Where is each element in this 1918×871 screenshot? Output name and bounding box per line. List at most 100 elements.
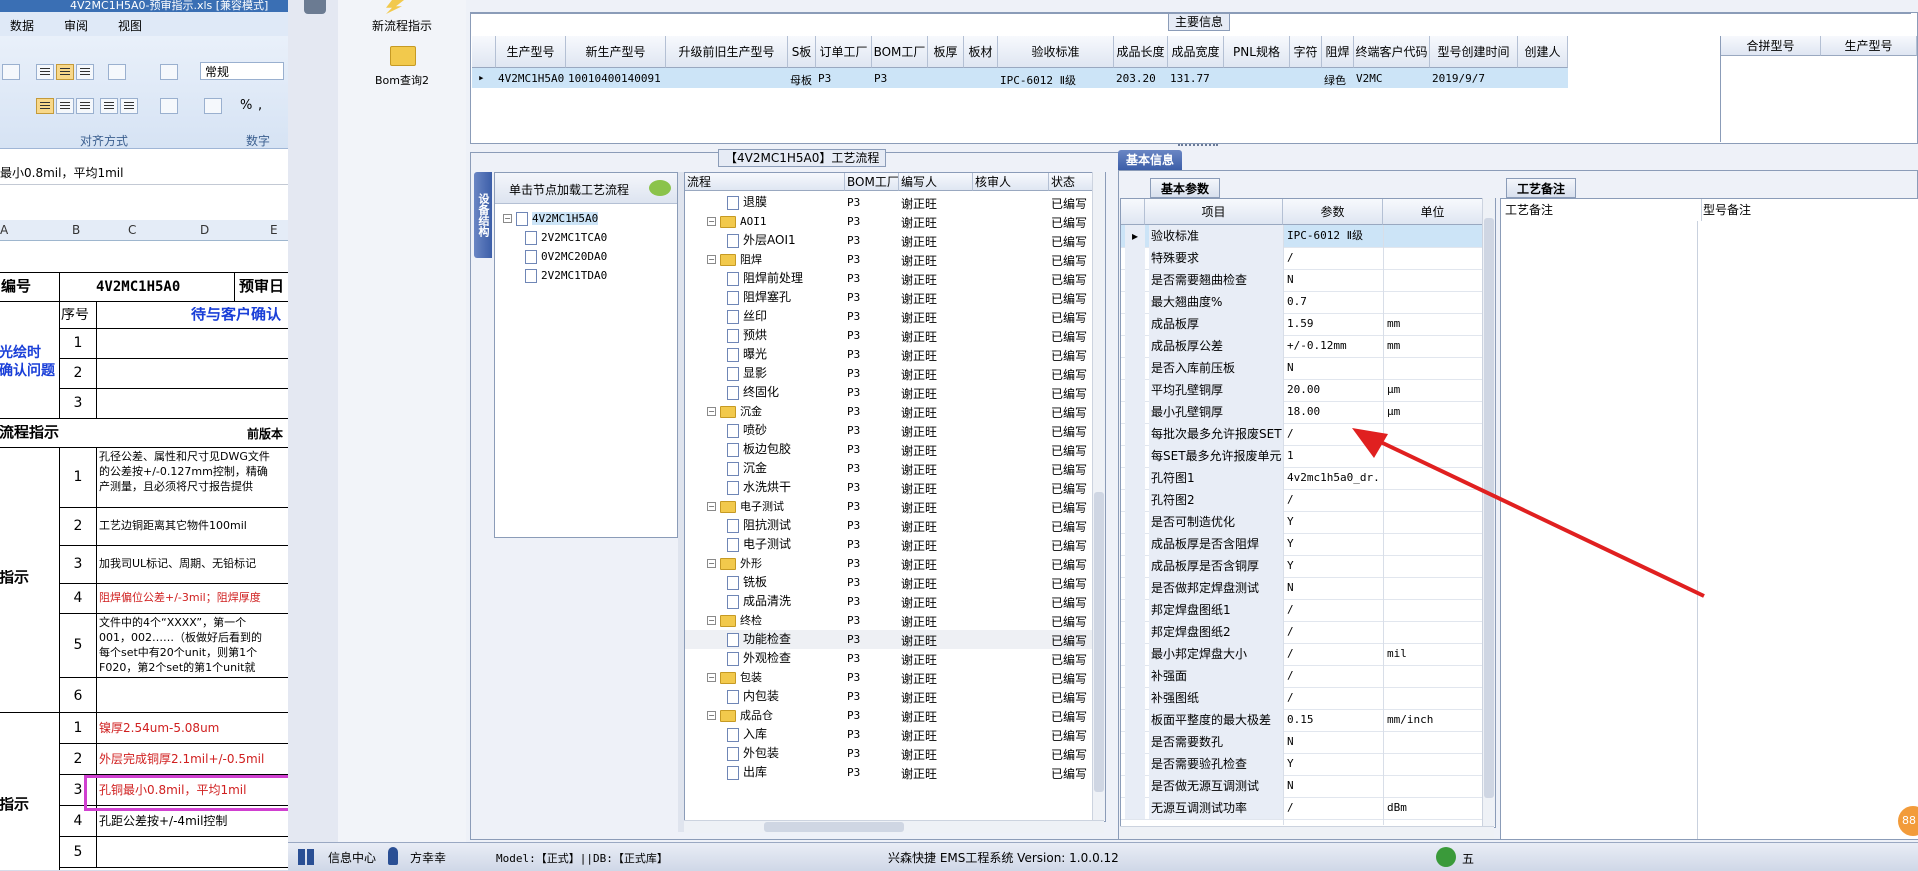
cell-seq[interactable]: 1 bbox=[59, 328, 97, 359]
col-a[interactable]: A bbox=[0, 223, 8, 237]
process-row[interactable]: 沉金 P3 谢正旺 已编写 bbox=[685, 459, 1105, 478]
cell-flow-text[interactable]: 工艺边铜距离其它物件100mil bbox=[96, 507, 288, 546]
param-row[interactable]: 是否需要验孔检查 Y bbox=[1121, 753, 1484, 776]
param-row[interactable]: 特殊要求 / bbox=[1121, 247, 1484, 270]
cell-flow-text[interactable]: 文件中的4个“XXXX”，第一个 001，002……（板做好后看到的 每个set中有… bbox=[96, 613, 288, 678]
basic-params-tab[interactable]: 基本参数 bbox=[1150, 178, 1221, 198]
process-scrollbar[interactable] bbox=[1092, 172, 1105, 820]
grid-icon[interactable] bbox=[298, 849, 314, 865]
cell-flow-text[interactable]: 加我司UL标记、周期、无铅标记 bbox=[96, 545, 288, 584]
param-row[interactable]: 无源互调测试功率 / dBm bbox=[1121, 797, 1484, 820]
process-row[interactable]: 喷砂 P3 谢正旺 已编写 bbox=[685, 421, 1105, 440]
process-row[interactable]: − 阻焊 P3 谢正旺 已编写 bbox=[685, 250, 1105, 269]
font-size-icon[interactable] bbox=[2, 64, 20, 80]
param-value[interactable]: N bbox=[1287, 269, 1381, 291]
collapse-icon[interactable]: − bbox=[707, 711, 716, 720]
main-header-13[interactable]: 阻焊 bbox=[1322, 36, 1354, 68]
collapse-icon[interactable]: − bbox=[707, 502, 716, 511]
indent-increase-icon[interactable] bbox=[120, 98, 138, 114]
param-row[interactable]: 是否需要翘曲检查 N bbox=[1121, 269, 1484, 292]
main-header-7[interactable]: 板材 bbox=[964, 36, 998, 68]
tree-root[interactable]: −4V2MC1H5A0 bbox=[503, 209, 599, 228]
param-value[interactable]: N bbox=[1287, 357, 1381, 379]
params-corner[interactable] bbox=[1121, 199, 1145, 225]
param-row[interactable]: 是否入库前压板 N bbox=[1121, 357, 1484, 380]
collapse-icon[interactable]: − bbox=[707, 673, 716, 682]
process-row[interactable]: 阻焊前处理 P3 谢正旺 已编写 bbox=[685, 269, 1105, 288]
folder-icon[interactable] bbox=[390, 46, 416, 66]
param-row[interactable]: 是否需要数孔 N bbox=[1121, 731, 1484, 754]
process-row[interactable]: 板边包胶 P3 谢正旺 已编写 bbox=[685, 440, 1105, 459]
param-value[interactable]: / bbox=[1287, 797, 1381, 819]
param-row[interactable]: 最大翘曲度% 0.7 bbox=[1121, 291, 1484, 314]
collapse-icon[interactable]: − bbox=[707, 407, 716, 416]
tree-node-2[interactable]: 0V2MC20DA0 bbox=[525, 247, 607, 266]
align-bottom-icon[interactable] bbox=[76, 64, 94, 80]
process-hscroll[interactable] bbox=[684, 820, 1104, 833]
align-left-icon[interactable] bbox=[36, 98, 54, 114]
cell-section3[interactable]: 指示 bbox=[0, 447, 60, 713]
process-row[interactable]: − 外形 P3 谢正旺 已编写 bbox=[685, 554, 1105, 573]
process-row[interactable]: 丝印 P3 谢正旺 已编写 bbox=[685, 307, 1105, 326]
cell-section4[interactable]: 指示 bbox=[0, 712, 60, 870]
new-flow-button[interactable]: 新流程指示 bbox=[352, 17, 452, 34]
param-value[interactable]: / bbox=[1287, 247, 1381, 269]
cell-flow-seq[interactable]: 6 bbox=[59, 677, 97, 716]
splitter-handle[interactable] bbox=[1178, 144, 1218, 149]
process-header-1[interactable]: BOM工厂 bbox=[845, 173, 899, 191]
tree-node-3[interactable]: 2V2MC1TDA0 bbox=[525, 266, 607, 285]
collapse-icon[interactable]: − bbox=[707, 255, 716, 264]
process-header-3[interactable]: 核审人 bbox=[973, 173, 1049, 191]
collapse-icon[interactable]: − bbox=[503, 214, 512, 223]
number-format-select[interactable]: 常规 bbox=[200, 62, 284, 80]
align-top-icon[interactable] bbox=[36, 64, 54, 80]
params-header-0[interactable]: 项目 bbox=[1145, 199, 1283, 225]
process-row[interactable]: 功能检查 P3 谢正旺 已编写 bbox=[685, 630, 1105, 649]
comma-icon[interactable]: , bbox=[258, 98, 262, 113]
process-row[interactable]: 预烘 P3 谢正旺 已编写 bbox=[685, 326, 1105, 345]
param-value[interactable]: 0.15 bbox=[1287, 709, 1381, 731]
remarks-col-process[interactable]: 工艺备注 bbox=[1501, 199, 1702, 221]
cell-question[interactable] bbox=[96, 328, 288, 359]
cell-flow-text[interactable]: 孔径公差、属性和尺寸见DWG文件 的公差按+/-0.127mm控制，精确 产测量，且… bbox=[96, 447, 288, 508]
ime-mode[interactable]: 五 bbox=[1462, 850, 1474, 867]
param-row[interactable]: 补强图纸 / bbox=[1121, 687, 1484, 710]
cell-flow-seq[interactable]: 2 bbox=[59, 507, 97, 546]
cell-flow-seq[interactable]: 5 bbox=[59, 613, 97, 678]
tree-node-1[interactable]: 2V2MC1TCA0 bbox=[525, 228, 607, 247]
param-value[interactable]: / bbox=[1287, 687, 1381, 709]
cell-question[interactable] bbox=[96, 388, 288, 419]
process-row[interactable]: 外包装 P3 谢正旺 已编写 bbox=[685, 744, 1105, 763]
param-row[interactable]: 邦定焊盘图纸2/ bbox=[1121, 621, 1484, 644]
collapse-icon[interactable]: − bbox=[707, 616, 716, 625]
process-row[interactable]: − 包装 P3 谢正旺 已编写 bbox=[685, 668, 1105, 687]
cell-part-no[interactable]: 4V2MC1H5A0 bbox=[59, 272, 235, 302]
param-value[interactable]: N bbox=[1287, 775, 1381, 797]
param-row[interactable]: 板面平整度的最大极差 0.15 mm/inch bbox=[1121, 709, 1484, 732]
menu-data[interactable]: 数据 bbox=[10, 17, 34, 34]
param-value[interactable]: / bbox=[1287, 665, 1381, 687]
main-header-5[interactable]: BOM工厂 bbox=[872, 36, 928, 68]
main-header-6[interactable]: 板厚 bbox=[928, 36, 964, 68]
cell-spec-seq[interactable]: 2 bbox=[59, 743, 97, 775]
collapse-icon[interactable]: − bbox=[707, 217, 716, 226]
param-value[interactable]: Y bbox=[1287, 753, 1381, 775]
col-b[interactable]: B bbox=[72, 223, 80, 237]
ime-logo-icon[interactable] bbox=[1436, 847, 1456, 867]
cell-section1[interactable]: 光绘时 确认问题 bbox=[0, 301, 60, 419]
bom-query-button[interactable]: Bom查询2 bbox=[352, 72, 452, 88]
params-header-2[interactable]: 单位 bbox=[1383, 199, 1483, 225]
collapse-icon[interactable]: − bbox=[707, 559, 716, 568]
process-row[interactable]: 电子测试 P3 谢正旺 已编写 bbox=[685, 535, 1105, 554]
param-value[interactable]: / bbox=[1287, 621, 1381, 643]
main-header-14[interactable]: 终端客户代码 bbox=[1354, 36, 1430, 68]
orientation-icon[interactable] bbox=[108, 64, 126, 80]
cell-spec-text[interactable]: 外层完成铜厚2.1mil+/-0.5mil bbox=[96, 743, 288, 775]
param-row[interactable]: 补强面 / bbox=[1121, 665, 1484, 688]
cell-review-label[interactable]: 预审日 bbox=[234, 272, 288, 302]
param-value[interactable]: IPC-6012 Ⅱ级 bbox=[1287, 225, 1381, 247]
col-d[interactable]: D bbox=[200, 223, 209, 237]
main-info-row[interactable]: ▸ 4V2MC1H5A0 10010400140091 母板 P3 P3 IPC-6012 … bbox=[472, 68, 1568, 88]
cell-seq-header[interactable]: 序号 bbox=[59, 301, 97, 329]
main-header-12[interactable]: 字符 bbox=[1290, 36, 1322, 68]
